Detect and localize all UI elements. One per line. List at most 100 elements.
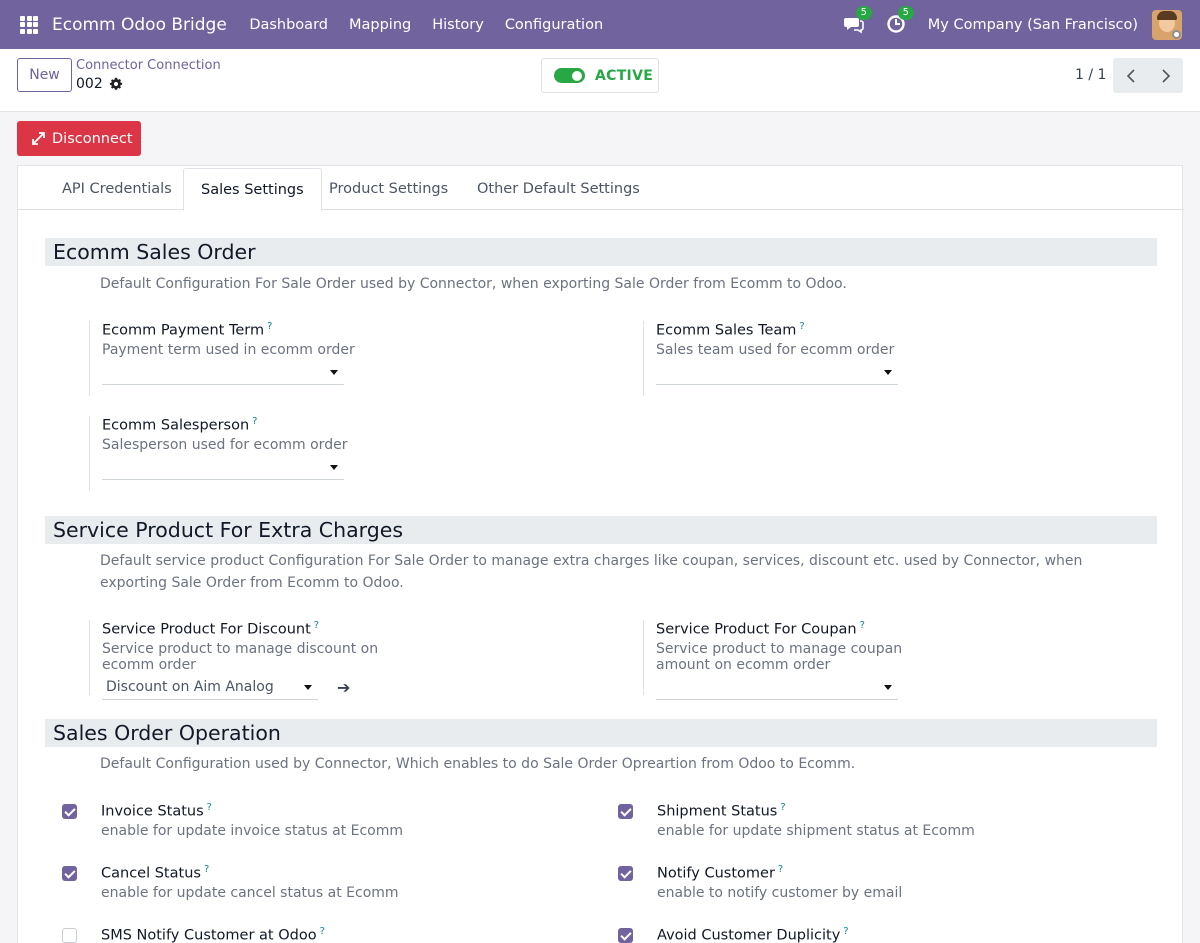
check-cancel-status: Cancel Status? enable for update cancel …	[62, 864, 582, 914]
field-label: Invoice Status	[101, 803, 204, 820]
main-menu: Dashboard Mapping History Configuration	[239, 17, 614, 33]
chevron-right-icon	[1161, 68, 1170, 83]
messages-icon[interactable]: 5	[843, 5, 872, 36]
field-description: Salesperson used for ecomm order	[102, 436, 348, 453]
sms-notify-checkbox[interactable]	[62, 928, 77, 943]
active-label: ACTIVE	[595, 67, 654, 84]
help-tooltip-icon[interactable]: ?	[314, 620, 319, 631]
field-label: Ecomm Sales Team	[656, 322, 797, 339]
section-title-extra-charges: Service Product For Extra Charges	[45, 516, 1157, 544]
form-sheet: API Credentials Sales Settings Product S…	[17, 165, 1184, 943]
check-sms-notify: SMS Notify Customer at Odoo?	[62, 926, 582, 943]
help-tooltip-icon[interactable]: ?	[267, 321, 272, 332]
field-description: enable for update invoice status at Ecom…	[101, 822, 404, 839]
messages-badge: 5	[855, 5, 872, 20]
salesperson-select[interactable]	[102, 455, 344, 480]
field-label: Ecomm Salesperson	[102, 417, 250, 434]
gear-icon[interactable]	[109, 77, 123, 91]
field-label: Service Product For Coupan	[656, 621, 857, 638]
field-label: SMS Notify Customer at Odoo	[101, 927, 317, 943]
field-description: enable for update shipment status at Eco…	[657, 822, 975, 839]
field-ecomm-payment-term: Ecomm Payment Term? Payment term used in…	[89, 321, 389, 396]
section-description: Default service product Configuration Fo…	[100, 553, 1083, 591]
arrow-right-icon[interactable]: ➔	[337, 678, 350, 697]
caret-down-icon	[884, 369, 892, 375]
help-tooltip-icon[interactable]: ?	[252, 416, 257, 427]
control-panel: New Connector Connection 002 ACTIVE 1 / …	[0, 49, 1200, 112]
activities-badge: 5	[897, 5, 914, 20]
field-label: Notify Customer	[657, 865, 775, 882]
help-tooltip-icon[interactable]: ?	[207, 802, 212, 813]
help-tooltip-icon[interactable]: ?	[860, 620, 865, 631]
pager-previous-button[interactable]	[1113, 58, 1148, 93]
disconnect-button[interactable]: Disconnect	[17, 121, 141, 156]
cancel-status-checkbox[interactable]	[62, 866, 77, 881]
field-ecomm-salesperson: Ecomm Salesperson? Salesperson used for …	[89, 416, 389, 491]
discount-product-select[interactable]: Discount on Aim Analog Watch	[102, 675, 318, 700]
record-title: 002	[76, 76, 123, 92]
payment-term-select[interactable]	[102, 360, 344, 385]
caret-down-icon	[304, 684, 312, 690]
field-label: Shipment Status	[657, 803, 778, 820]
tab-sales-settings[interactable]: Sales Settings	[183, 168, 322, 211]
disconnect-label: Disconnect	[52, 130, 133, 147]
breadcrumb[interactable]: Connector Connection	[76, 58, 221, 73]
app-grid-icon[interactable]	[18, 14, 40, 36]
company-switcher[interactable]: My Company (San Francisco)	[928, 17, 1138, 33]
help-tooltip-icon[interactable]: ?	[843, 926, 848, 937]
tab-product-settings[interactable]: Product Settings	[312, 168, 465, 210]
caret-down-icon	[884, 684, 892, 690]
avoid-duplicity-checkbox[interactable]	[618, 928, 633, 943]
help-tooltip-icon[interactable]: ?	[778, 864, 783, 875]
help-tooltip-icon[interactable]: ?	[320, 926, 325, 937]
sales-team-select[interactable]	[656, 360, 898, 385]
help-tooltip-icon[interactable]: ?	[780, 802, 785, 813]
field-description: Service product to manage discount on ec…	[102, 640, 379, 673]
section-description: Default Configuration For Sale Order use…	[100, 276, 847, 292]
notify-customer-checkbox[interactable]	[618, 866, 633, 881]
menu-history[interactable]: History	[422, 17, 495, 33]
help-tooltip-icon[interactable]: ?	[204, 864, 209, 875]
help-tooltip-icon[interactable]: ?	[799, 321, 804, 332]
toggle-switch[interactable]	[554, 68, 585, 83]
field-description: Service product to manage coupan amount …	[656, 640, 903, 673]
field-label: Avoid Customer Duplicity	[657, 927, 841, 943]
activities-clock-icon[interactable]: 5	[886, 5, 914, 36]
user-avatar[interactable]	[1152, 9, 1182, 40]
field-label: Service Product For Discount	[102, 621, 311, 638]
top-navbar: Ecomm Odoo Bridge Dashboard Mapping Hist…	[0, 0, 1200, 49]
section-title-ecomm-sales-order: Ecomm Sales Order	[45, 238, 1157, 266]
app-brand[interactable]: Ecomm Odoo Bridge	[52, 15, 227, 35]
tab-other-default-settings[interactable]: Other Default Settings	[460, 168, 657, 210]
field-description: enable to notify customer by email	[657, 884, 903, 901]
expand-arrows-icon	[32, 132, 45, 145]
invoice-status-checkbox[interactable]	[62, 804, 77, 819]
caret-down-icon	[330, 464, 338, 470]
check-notify-customer: Notify Customer? enable to notify custom…	[618, 864, 1138, 914]
pager-value[interactable]: 1 / 1	[1075, 67, 1106, 83]
shipment-status-checkbox[interactable]	[618, 804, 633, 819]
section-title-sales-order-operation: Sales Order Operation	[45, 719, 1157, 747]
field-service-product-coupon: Service Product For Coupan? Service prod…	[643, 620, 943, 700]
field-label: Ecomm Payment Term	[102, 322, 265, 339]
coupon-product-select[interactable]	[656, 675, 898, 700]
field-description: enable for update cancel status at Ecomm	[101, 884, 399, 901]
field-ecomm-sales-team: Ecomm Sales Team? Sales team used for ec…	[643, 321, 943, 396]
menu-dashboard[interactable]: Dashboard	[239, 17, 339, 33]
check-shipment-status: Shipment Status? enable for update shipm…	[618, 802, 1138, 852]
check-invoice-status: Invoice Status? enable for update invoic…	[62, 802, 582, 852]
active-toggle[interactable]: ACTIVE	[541, 58, 659, 93]
field-description: Payment term used in ecomm order	[102, 341, 355, 358]
menu-mapping[interactable]: Mapping	[338, 17, 421, 33]
notebook-tabs: API Credentials Sales Settings Product S…	[18, 166, 1184, 211]
field-description: Sales team used for ecomm order	[656, 341, 895, 358]
section-description: Default Configuration used by Connector,…	[100, 756, 856, 772]
pager-next-button[interactable]	[1148, 58, 1183, 93]
chevron-left-icon	[1126, 68, 1135, 83]
field-service-product-discount: Service Product For Discount? Service pr…	[89, 620, 389, 700]
menu-configuration[interactable]: Configuration	[494, 17, 613, 33]
new-button[interactable]: New	[17, 58, 72, 92]
field-label: Cancel Status	[101, 865, 201, 882]
tab-api-credentials[interactable]: API Credentials	[45, 168, 189, 210]
check-avoid-duplicity: Avoid Customer Duplicity?	[618, 926, 1138, 943]
